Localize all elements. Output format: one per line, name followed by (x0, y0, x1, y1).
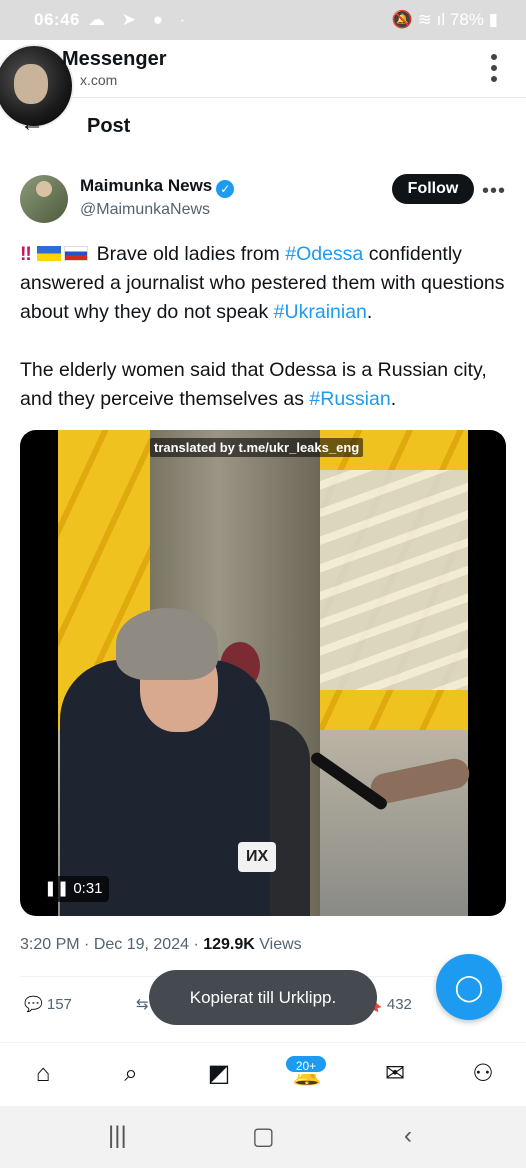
more-options-icon[interactable]: ••• (482, 180, 506, 203)
back-chevron-icon[interactable]: ‹ (404, 1122, 412, 1150)
author-name-text: Maimunka News (80, 176, 213, 195)
battery-icon: ▮ (488, 10, 498, 29)
messages-mail-icon[interactable]: ✉ (378, 1057, 412, 1091)
post-meta: 3:20 PM · Dec 19, 2024 · 129.9K Views (20, 936, 302, 953)
video-canopy-white (298, 470, 468, 690)
notifications-badge: 20+ (284, 1054, 328, 1074)
video-watermark: translated by t.me/ukr_leaks_eng (150, 438, 364, 457)
hashtag-ukrainian[interactable]: #Ukrainian (274, 301, 367, 323)
search-icon[interactable]: ⌕ (114, 1057, 148, 1091)
post-paragraph-2: The elderly women said that Odessa is a … (20, 356, 510, 414)
system-nav: ||| ▢ ‹ (0, 1106, 526, 1168)
views-label: Views (259, 936, 302, 953)
text-segment: . (366, 301, 373, 323)
pause-icon[interactable]: ❚❚ (44, 880, 69, 897)
notification-icons: ☁ ➤ ● · (88, 10, 192, 29)
author-name[interactable]: Maimunka News ✓ (80, 176, 235, 198)
video-controls[interactable]: ❚❚ 0:31 (38, 876, 109, 902)
ukraine-flag-icon (37, 246, 62, 261)
reply-button[interactable]: 💬 157 (24, 995, 72, 1013)
video-woman-1-hat (116, 608, 218, 680)
status-bar: 06:46 ☁ ➤ ● · 🔕 ≋ ıl 78% ▮ (0, 0, 526, 40)
status-time: 06:46 (34, 10, 80, 29)
grok-icon[interactable]: ◩ (202, 1057, 236, 1091)
post-paragraph-1: ‼ Brave old ladies from #Odessa confiden… (20, 240, 510, 327)
video-player[interactable]: translated by t.me/ukr_leaks_eng ИХ ❚❚ 0… (20, 430, 506, 916)
video-duration: 0:31 (73, 880, 103, 897)
bottom-nav: ⌂ ⌕ ◩ 🔔 ✉ ⚇ (0, 1042, 526, 1106)
retweet-icon: ⇆ (136, 996, 149, 1013)
copied-toast: Kopierat till Urklipp. (149, 970, 377, 1025)
author-avatar[interactable] (20, 175, 68, 223)
double-exclamation-icon: ‼ (20, 243, 32, 265)
hashtag-russian[interactable]: #Russian (309, 388, 390, 410)
retweet-button[interactable]: ⇆ (136, 995, 149, 1013)
avatar-face (14, 64, 48, 104)
app-url: x.com (80, 72, 118, 88)
home-circle-icon[interactable]: ▢ (252, 1122, 275, 1151)
post-date: Dec 19, 2024 (93, 936, 189, 953)
follow-button[interactable]: Follow (392, 174, 474, 204)
russia-flag-icon (64, 246, 89, 261)
text-segment: Brave old ladies from (96, 243, 286, 265)
reply-count: 157 (46, 996, 72, 1013)
text-segment: The elderly women said that Odessa is a … (20, 359, 487, 410)
page-title: Post (87, 115, 131, 137)
compose-message-fab[interactable]: ◯ (436, 954, 502, 1020)
author-handle[interactable]: @MaimunkaNews (80, 201, 210, 219)
recents-icon[interactable]: ||| (108, 1122, 127, 1150)
communities-icon[interactable]: ⚇ (466, 1057, 500, 1091)
hashtag-odessa[interactable]: #Odessa (285, 243, 363, 265)
status-right: 🔕 ≋ ıl 78% ▮ (392, 10, 498, 30)
app-title: Messenger (62, 48, 167, 70)
bookmark-count: 432 (386, 996, 412, 1013)
post-text: ‼ Brave old ladies from #Odessa confiden… (20, 240, 510, 414)
views-count: 129.9K (203, 936, 255, 953)
back-arrow-icon[interactable]: ← (20, 110, 44, 138)
verified-badge-icon: ✓ (216, 180, 235, 198)
battery-level: 78% (449, 10, 484, 29)
signal-icons: 🔕 ≋ ıl (391, 10, 450, 29)
text-segment: . (390, 388, 397, 410)
post-time: 3:20 PM (20, 936, 80, 953)
home-icon[interactable]: ⌂ (26, 1057, 60, 1091)
video-subtitle: ИХ (238, 842, 277, 872)
reply-icon: 💬 (24, 996, 43, 1013)
chat-bubble-icon: ◯ (454, 972, 484, 1002)
menu-kebab-icon[interactable] (490, 54, 498, 82)
